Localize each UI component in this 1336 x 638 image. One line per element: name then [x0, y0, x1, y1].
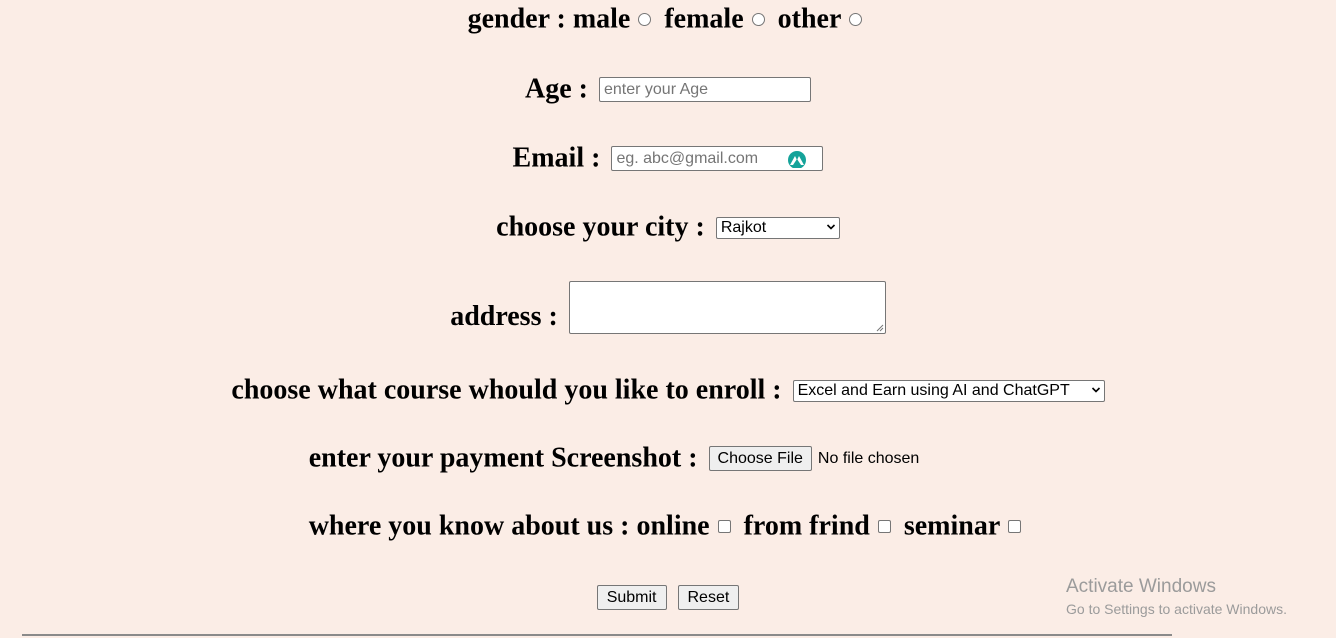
email-placeholder: eg. abc@gmail.com — [616, 150, 759, 168]
source-option-friend-label: from frind — [743, 510, 870, 542]
gender-option-other-label: other — [777, 3, 842, 35]
address-textarea[interactable] — [568, 281, 886, 334]
city-label: choose your city : — [496, 211, 705, 243]
course-selected-value: Excel and Earn using AI and ChatGPT — [797, 381, 1070, 399]
gender-option-male-label: male — [572, 3, 631, 35]
watermark-title: Activate Windows — [1066, 576, 1216, 597]
age-row: Age : — [0, 70, 1336, 106]
chevron-down-icon — [1091, 387, 1100, 393]
choose-file-button[interactable]: Choose File — [708, 446, 812, 472]
gender-male-radio[interactable] — [638, 13, 652, 27]
source-friend-checkbox[interactable] — [877, 520, 891, 534]
email-row: Email : eg. abc@gmail.com — [0, 139, 1336, 175]
source-row: where you know about us : online from fr… — [0, 507, 1336, 543]
source-label: where you know about us : — [308, 510, 630, 542]
address-label: address : — [450, 301, 558, 332]
source-option-seminar-label: seminar — [903, 510, 1001, 542]
age-label: Age : — [525, 73, 588, 105]
grammarly-icon[interactable] — [786, 150, 808, 169]
gender-female-radio[interactable] — [751, 13, 765, 27]
gender-label: gender : — [467, 3, 566, 35]
city-row: choose your city : Rajkot — [0, 208, 1336, 244]
city-selected-value: Rajkot — [720, 218, 767, 236]
submit-button[interactable]: Submit — [596, 585, 667, 611]
file-status: No file chosen — [817, 449, 920, 467]
chevron-down-icon — [826, 224, 835, 230]
reset-button[interactable]: Reset — [677, 585, 740, 611]
address-row: address : — [0, 274, 1336, 334]
watermark-subtitle: Go to Settings to activate Windows. — [1066, 601, 1287, 617]
payment-label: enter your payment Screenshot : — [308, 442, 698, 474]
gender-row: gender : male female other — [0, 0, 1336, 36]
course-label: choose what course whould you like to en… — [231, 374, 782, 406]
course-row: choose what course whould you like to en… — [0, 371, 1336, 407]
horizontal-scrollbar[interactable] — [22, 634, 1172, 636]
gender-other-radio[interactable] — [849, 13, 863, 27]
activate-windows-watermark: Activate Windows Go to Settings to activ… — [1066, 576, 1287, 620]
gender-option-female-label: female — [664, 3, 744, 35]
source-option-online-label: online — [636, 510, 710, 542]
email-label: Email : — [512, 142, 601, 174]
city-select[interactable]: Rajkot — [715, 216, 840, 239]
source-seminar-checkbox[interactable] — [1008, 520, 1022, 534]
course-select[interactable]: Excel and Earn using AI and ChatGPT — [792, 379, 1105, 402]
resize-grip-icon[interactable] — [876, 324, 884, 332]
payment-row: enter your payment Screenshot : Choose F… — [0, 439, 1336, 475]
email-input[interactable]: eg. abc@gmail.com — [611, 146, 824, 172]
source-online-checkbox[interactable] — [717, 520, 731, 534]
age-input[interactable] — [598, 77, 811, 103]
